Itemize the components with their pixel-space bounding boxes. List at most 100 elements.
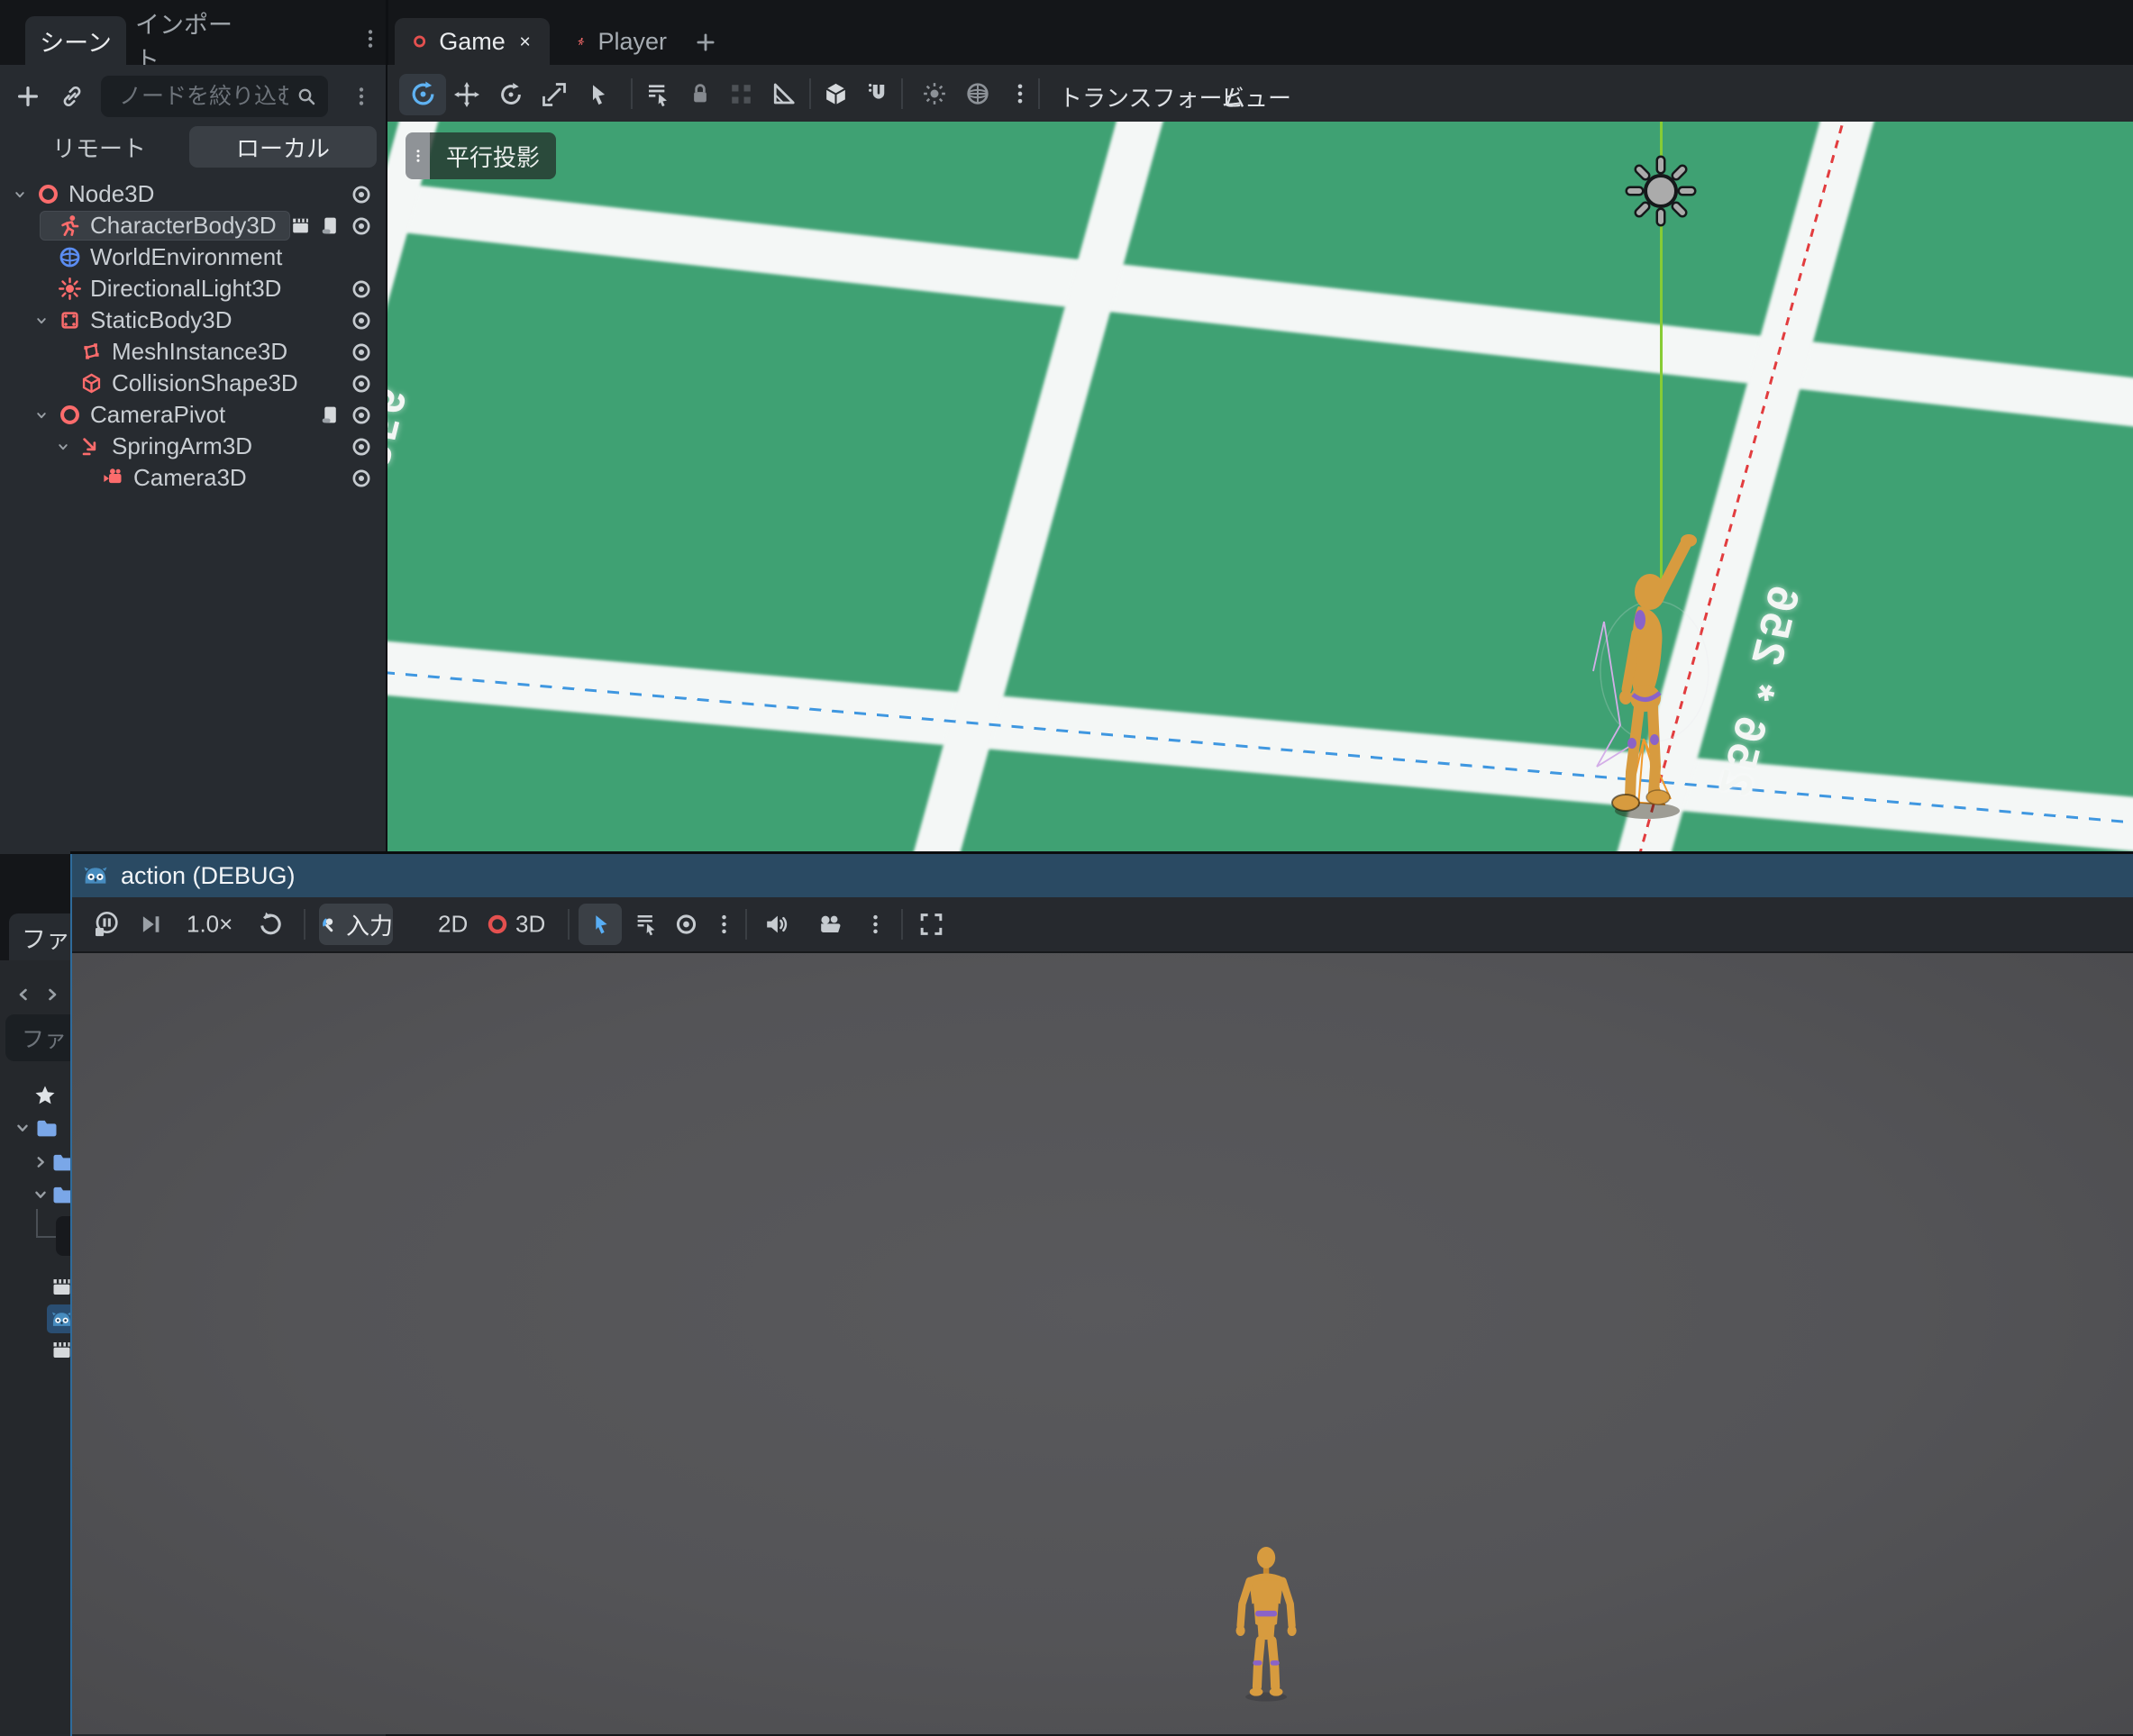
visibility-eye-icon[interactable] (350, 467, 373, 490)
folder-expand-icon[interactable] (31, 1152, 50, 1172)
move-tool-icon[interactable] (453, 81, 480, 108)
tab-import[interactable]: インポート (135, 16, 252, 65)
group-icon[interactable] (728, 81, 754, 107)
add-node-icon[interactable] (14, 83, 41, 110)
visibility-eye-icon[interactable] (350, 214, 373, 238)
camera-override-icon[interactable] (816, 910, 845, 940)
visibility-eye-icon[interactable] (350, 309, 373, 332)
environment-toggle-icon[interactable] (964, 80, 991, 107)
select-list-icon[interactable] (643, 80, 672, 109)
view-menu[interactable]: ビュー (1221, 80, 1291, 114)
profiler-pause-icon[interactable] (92, 910, 121, 939)
viewport-3d[interactable]: 平行投影 256 * 256 256 * 256 (387, 122, 2133, 854)
road-horizontal-top (387, 181, 2133, 429)
visibility-eye-icon[interactable] (350, 372, 373, 395)
2d-mode-icon[interactable] (409, 913, 431, 935)
camera-options-icon[interactable] (863, 913, 888, 937)
visibility-eye-icon[interactable] (350, 404, 373, 427)
sun-toggle-icon[interactable] (921, 80, 948, 107)
tree-node-Node3D[interactable]: Node3D (0, 178, 386, 210)
tree-node-MeshInstance3D[interactable]: MeshInstance3D (0, 336, 386, 368)
transform-menu[interactable]: トランスフォーム (1059, 80, 1245, 114)
magnet-snap-icon[interactable] (865, 80, 892, 107)
game-view[interactable] (72, 953, 2133, 1734)
3d-mode-icon[interactable] (487, 913, 508, 935)
preview-menu-icon[interactable] (1007, 81, 1033, 106)
clapper-icon[interactable] (289, 214, 312, 237)
input-override-button[interactable]: 入力 (319, 904, 393, 945)
visibility-eye-icon[interactable] (350, 435, 373, 459)
transform-tool-icon[interactable] (409, 80, 437, 108)
speed-scale-value[interactable]: 1.0× (187, 911, 232, 939)
instance-scene-link-icon[interactable] (59, 84, 85, 109)
node-name: Node3D (68, 181, 154, 207)
scene-dock-menu-icon[interactable] (359, 27, 382, 50)
fullscreen-icon[interactable] (917, 911, 945, 939)
remote-button[interactable]: リモート (18, 126, 180, 168)
spring-arm-icon (79, 434, 104, 459)
2d-mode-label[interactable]: 2D (438, 911, 468, 939)
nav-back-icon[interactable] (13, 984, 34, 1005)
directional-light-gizmo[interactable] (1620, 150, 1701, 232)
tree-node-DirectionalLight3D[interactable]: DirectionalLight3D (0, 273, 386, 304)
collision-shape-icon (79, 371, 104, 395)
visibility-eye-icon[interactable] (350, 341, 373, 364)
tree-node-CameraPivot[interactable]: CameraPivot (0, 399, 386, 431)
collapse-arrow-icon[interactable] (33, 407, 50, 423)
suspend-select-button[interactable] (579, 904, 622, 945)
visibility-eye-icon[interactable] (350, 183, 373, 206)
restart-icon[interactable] (257, 911, 285, 939)
close-icon[interactable] (518, 32, 532, 51)
game-window-titlebar[interactable]: action (DEBUG) (72, 854, 2133, 897)
collapse-arrow-icon[interactable] (55, 439, 71, 455)
node-name: Camera3D (133, 465, 247, 491)
next-frame-icon[interactable] (137, 911, 164, 938)
directional-light-icon (58, 277, 82, 301)
audio-mute-icon[interactable] (761, 910, 791, 940)
tree-node-WorldEnvironment[interactable]: WorldEnvironment (0, 241, 386, 273)
visibility-eye-icon[interactable] (673, 912, 699, 938)
folder-collapse-icon[interactable] (13, 1118, 32, 1138)
scene-tab-game[interactable]: Game (395, 18, 550, 65)
drag-handle-icon[interactable] (406, 132, 430, 179)
tab-scene[interactable]: シーン (25, 16, 126, 65)
scene-tab-player[interactable]: Player (559, 18, 685, 65)
selection-cursor-icon[interactable] (584, 81, 611, 108)
tree-node-CharacterBody3D[interactable]: CharacterBody3D (0, 210, 386, 241)
ground-size-label-clipped: 256 * 256 (387, 379, 416, 603)
node-select-list-icon[interactable] (633, 911, 660, 938)
node3d-icon (36, 182, 60, 206)
node-filter-input[interactable] (101, 76, 328, 117)
folder-icon[interactable] (34, 1115, 59, 1141)
godot-icon (81, 861, 110, 890)
node-name: MeshInstance3D (112, 339, 287, 365)
lock-icon[interactable] (687, 80, 714, 107)
game-debug-window[interactable]: action (DEBUG) 1.0× 入力 2D 3D (70, 854, 2133, 1736)
ruler-icon[interactable] (770, 80, 797, 107)
remote-label: リモート (52, 131, 146, 164)
snap-cube-icon[interactable] (822, 80, 850, 108)
node-name: CollisionShape3D (112, 370, 298, 396)
folder-collapse-icon[interactable] (31, 1185, 50, 1204)
viewport-character[interactable] (1584, 527, 1719, 838)
projection-label[interactable]: 平行投影 (406, 132, 556, 179)
nav-forward-icon[interactable] (41, 984, 63, 1005)
scale-tool-icon[interactable] (541, 81, 568, 108)
favorites-star-icon[interactable] (32, 1083, 58, 1108)
new-scene-tab-icon[interactable] (694, 31, 717, 54)
collapse-arrow-icon[interactable] (12, 186, 28, 203)
collapse-arrow-icon[interactable] (33, 313, 50, 329)
visibility-eye-icon[interactable] (350, 277, 373, 301)
local-button[interactable]: ローカル (189, 126, 377, 168)
tree-node-Camera3D[interactable]: Camera3D (0, 462, 386, 494)
tree-node-StaticBody3D[interactable]: StaticBody3D (0, 304, 386, 336)
script-icon[interactable] (318, 214, 341, 237)
rotate-tool-icon[interactable] (497, 81, 524, 108)
tree-node-SpringArm3D[interactable]: SpringArm3D (0, 431, 386, 462)
tree-node-CollisionShape3D[interactable]: CollisionShape3D (0, 368, 386, 399)
filter-menu-icon[interactable] (350, 85, 373, 108)
script-icon[interactable] (318, 404, 341, 426)
scene-tab-game-label: Game (439, 28, 506, 56)
3d-mode-label[interactable]: 3D (515, 911, 545, 939)
selection-options-icon[interactable] (712, 913, 736, 937)
